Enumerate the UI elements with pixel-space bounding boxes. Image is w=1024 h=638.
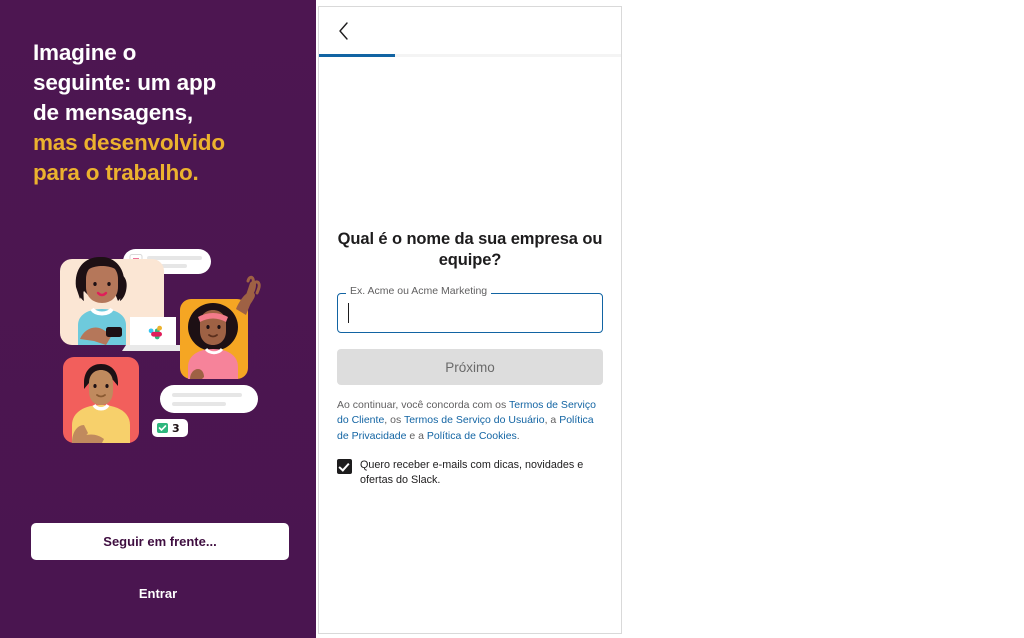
email-optin-checkbox[interactable]: [337, 458, 352, 474]
bubble-message: [160, 385, 258, 413]
chevron-left-icon: [338, 21, 348, 40]
signup-form-panel: Qual é o nome da sua empresa ou equipe? …: [318, 6, 622, 634]
company-name-input[interactable]: [347, 293, 593, 334]
signup-panel-wrapper: Qual é o nome da sua empresa ou equipe? …: [316, 0, 1024, 638]
back-button[interactable]: [333, 21, 353, 41]
next-button[interactable]: Próximo: [337, 349, 603, 386]
terms-text: Ao continuar, você concorda com os Termo…: [337, 398, 603, 444]
badge-unread: 3: [152, 419, 188, 437]
promo-panel: Imagine o seguinte: um app de mensagens,…: [0, 0, 316, 638]
company-name-label: Ex. Acme ou Acme Marketing: [346, 286, 492, 297]
terms-of-service-user-link[interactable]: Termos de Serviço do Usuário: [404, 414, 545, 426]
login-link[interactable]: Entrar: [0, 586, 316, 601]
terms-suffix: .: [516, 429, 520, 442]
company-name-field-wrapper: Ex. Acme ou Acme Marketing: [337, 286, 603, 334]
person-man-yellow: [63, 357, 139, 443]
laptop: [122, 317, 186, 351]
promo-illustration: A: [22, 243, 294, 443]
person-woman-hand-up: [180, 275, 261, 379]
headline-line-3: de mensagens,: [33, 99, 193, 125]
svg-text:3: 3: [172, 422, 180, 435]
terms-prefix: Ao continuar, você concorda com os: [337, 399, 509, 412]
cookie-policy-link[interactable]: Política de Cookies: [427, 430, 517, 442]
headline-line-4: mas desenvolvido: [33, 129, 225, 155]
email-optin-label: Quero receber e-mails com dicas, novidad…: [360, 458, 584, 487]
form-title: Qual é o nome da sua empresa ou equipe?: [337, 230, 603, 270]
email-optin-row[interactable]: Quero receber e-mails com dicas, novidad…: [337, 458, 603, 489]
form-topbar: [319, 7, 621, 54]
terms-mid-2: , a: [544, 414, 560, 427]
signup-progress-track: [319, 54, 621, 57]
headline-line-5: para o trabalho.: [33, 159, 199, 185]
terms-mid-1: , os: [384, 414, 404, 427]
signup-progress-fill: [319, 54, 395, 57]
promo-headline: Imagine o seguinte: um app de mensagens,…: [33, 38, 296, 188]
app-root: Imagine o seguinte: um app de mensagens,…: [0, 0, 1024, 638]
headline-line-1: Imagine o: [33, 40, 137, 65]
terms-mid-3: e a: [406, 429, 427, 442]
headline-line-2: seguinte: um app: [33, 69, 217, 95]
continue-button[interactable]: Seguir em frente...: [31, 523, 289, 560]
form-body: Qual é o nome da sua empresa ou equipe? …: [319, 229, 621, 489]
